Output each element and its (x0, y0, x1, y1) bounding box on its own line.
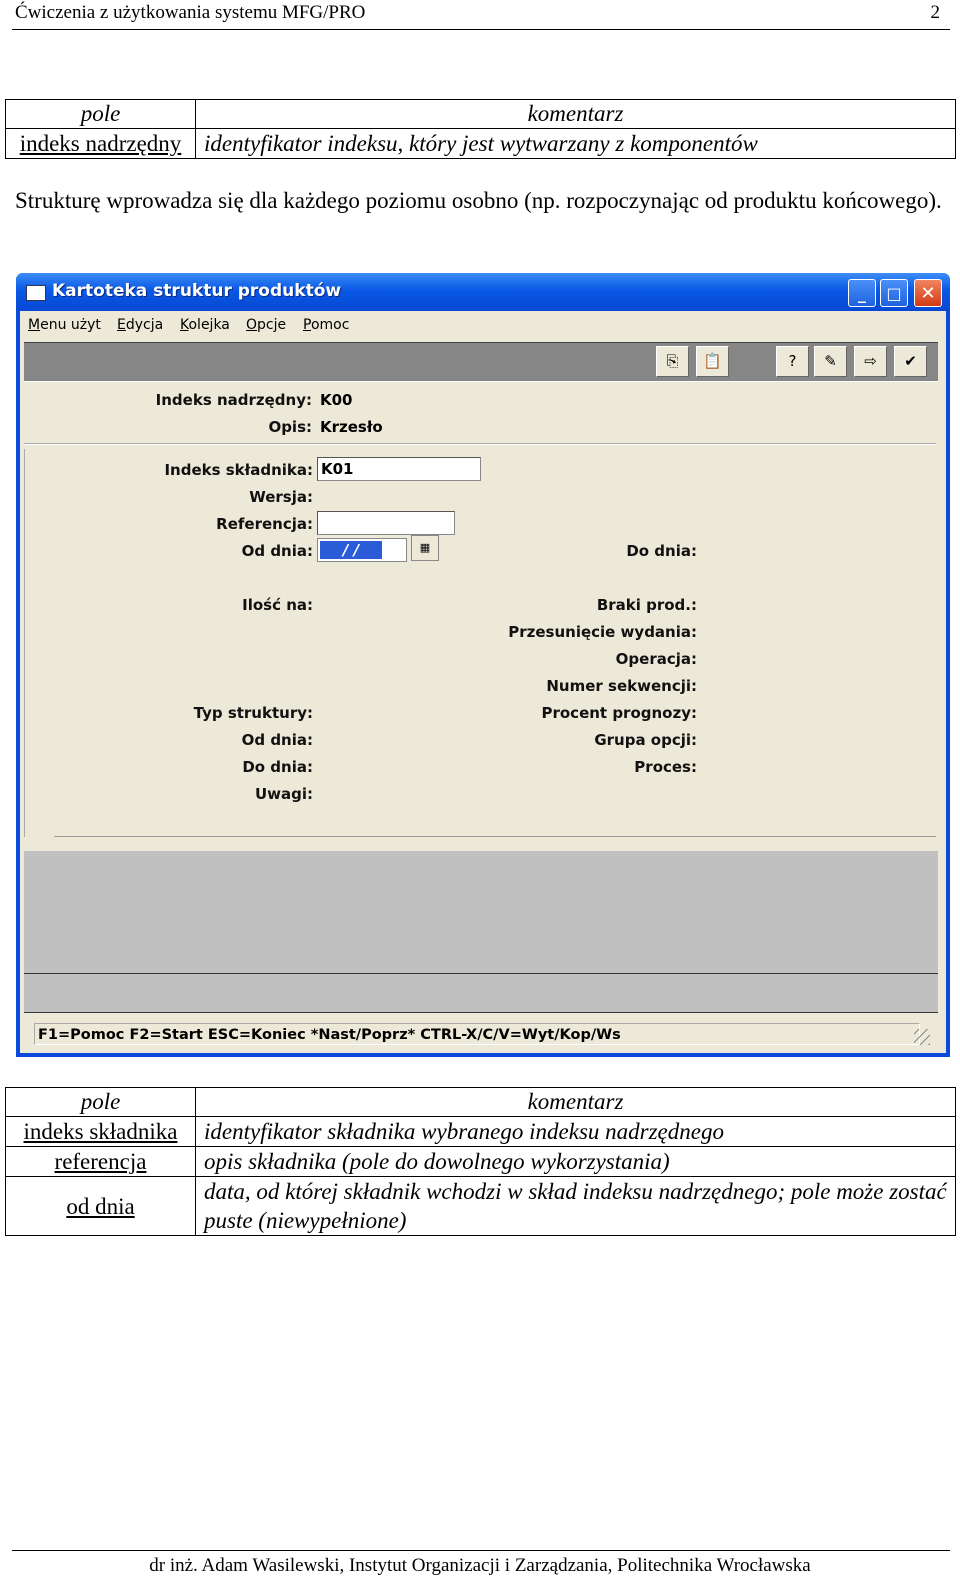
edit-help-icon[interactable]: ✎ (814, 346, 847, 377)
option-group-label: Grupa opcji: (594, 731, 697, 749)
from-date-label: Od dnia: (241, 542, 313, 560)
export-icon[interactable]: ⇨ (854, 346, 887, 377)
menu-item-edycja[interactable]: Edycja (117, 317, 163, 333)
parent-item-label: Indeks nadrzędny: (155, 391, 312, 409)
close-button[interactable]: ✕ (914, 279, 942, 307)
notes-label: Uwagi: (254, 785, 313, 803)
window-icon (26, 285, 46, 301)
table-row: referencja opis składnika (pole do dowol… (5, 1146, 956, 1177)
window-client-area: Menu użyt Edycja Kolejka Opcje Pomoc ⎘ 📋… (20, 311, 946, 1053)
field-name: indeks składnika (23, 1119, 178, 1144)
resize-grip-icon[interactable] (914, 1029, 930, 1045)
application-window: Kartoteka struktur produktów _ □ ✕ Menu … (16, 273, 950, 1057)
description-value: Krzesło (320, 418, 383, 436)
toolbar: ⎘ 📋 ? ✎ ⇨ ✔ (24, 342, 938, 382)
paste-icon[interactable]: 📋 (696, 346, 729, 377)
scrap-label: Braki prod.: (596, 596, 697, 614)
description-label: Opis: (268, 418, 312, 436)
minimize-button[interactable]: _ (848, 279, 876, 307)
to-date-label: Do dnia: (626, 542, 697, 560)
field-name: referencja (54, 1149, 147, 1174)
field-name: od dnia (66, 1193, 135, 1219)
structure-type-label: Typ struktury: (193, 704, 313, 722)
component-item-label: Indeks składnika: (164, 461, 313, 479)
table-row: od dnia data, od której składnik wchodzi… (5, 1176, 956, 1236)
header-rule (12, 29, 950, 30)
process-label: Proces: (634, 758, 697, 776)
form-area: Indeks nadrzędny: K00 Opis: Krzesło Inde… (24, 381, 938, 1149)
sequence-number-label: Numer sekwencji: (546, 677, 697, 695)
operation-label: Operacja: (615, 650, 697, 668)
reference-label: Referencja: (216, 515, 313, 533)
field-table-parent: pole komentarz indeks nadrzędny identyfi… (5, 99, 956, 159)
footer-author: dr inż. Adam Wasilewski, Instytut Organi… (149, 1555, 811, 1576)
column-header-comment: komentarz (195, 99, 956, 129)
menu-item-kolejka[interactable]: Kolejka (180, 317, 230, 333)
field-name: indeks nadrzędny (19, 131, 182, 156)
from-date-2-label: Od dnia: (241, 731, 313, 749)
edit-check-icon[interactable]: ✔ (894, 346, 927, 377)
maximize-button[interactable]: □ (880, 279, 908, 307)
running-header-title: Ćwiczenia z użytkowania systemu MFG/PRO (15, 2, 366, 23)
window-titlebar[interactable]: Kartoteka struktur produktów _ □ ✕ (16, 273, 950, 311)
field-comment: data, od której składnik wchodzi w skład… (195, 1176, 956, 1236)
menu-item-menu-uzyt[interactable]: Menu użyt (28, 317, 101, 333)
menu-bar: Menu użyt Edycja Kolejka Opcje Pomoc (20, 311, 946, 341)
copy-icon[interactable]: ⎘ (656, 346, 689, 377)
from-date-input[interactable]: / / (317, 538, 407, 562)
from-date-selected-text: / / (320, 541, 382, 559)
help-query-icon[interactable]: ? (776, 346, 809, 377)
footer-rule (12, 1550, 950, 1551)
column-header-field: pole (5, 99, 196, 129)
menu-item-opcje[interactable]: Opcje (246, 317, 286, 333)
table-row: indeks nadrzędny identyfikator indeksu, … (5, 128, 956, 159)
table-row: indeks składnika identyfikator składnika… (5, 1116, 956, 1147)
page-number: 2 (930, 2, 941, 23)
frame-divider (54, 836, 936, 837)
field-comment: identyfikator indeksu, który jest wytwar… (195, 128, 956, 159)
menu-item-pomoc[interactable]: Pomoc (303, 317, 349, 333)
version-label: Wersja: (249, 488, 313, 506)
window-title: Kartoteka struktur produktów (52, 281, 342, 301)
empty-panel (24, 851, 938, 973)
qty-per-label: Ilość na: (242, 596, 313, 614)
status-text: F1=Pomoc F2=Start ESC=Koniec *Nast/Poprz… (34, 1023, 920, 1045)
reference-input[interactable] (317, 511, 455, 535)
to-date-2-label: Do dnia: (242, 758, 313, 776)
parent-item-value: K00 (320, 391, 353, 409)
status-bar: F1=Pomoc F2=Start ESC=Koniec *Nast/Poprz… (24, 1013, 938, 1053)
field-comment: opis składnika (pole do dowolnego wykorz… (195, 1146, 956, 1177)
column-header-comment: komentarz (195, 1087, 956, 1117)
body-paragraph: Strukturę wprowadza się dla każdego pozi… (15, 188, 942, 213)
column-header-field: pole (5, 1087, 196, 1117)
component-item-input[interactable]: K01 (317, 457, 481, 481)
message-line (24, 973, 938, 1013)
field-comment: identyfikator składnika wybranego indeks… (195, 1116, 956, 1147)
header-frame: Indeks nadrzędny: K00 Opis: Krzesło (24, 381, 936, 445)
field-table-component: pole komentarz indeks składnika identyfi… (5, 1087, 956, 1236)
component-frame: Indeks składnika: K01 Wersja: Referencja… (24, 449, 937, 837)
forecast-percent-label: Procent prognozy: (541, 704, 697, 722)
issue-offset-label: Przesunięcie wydania: (508, 623, 697, 641)
